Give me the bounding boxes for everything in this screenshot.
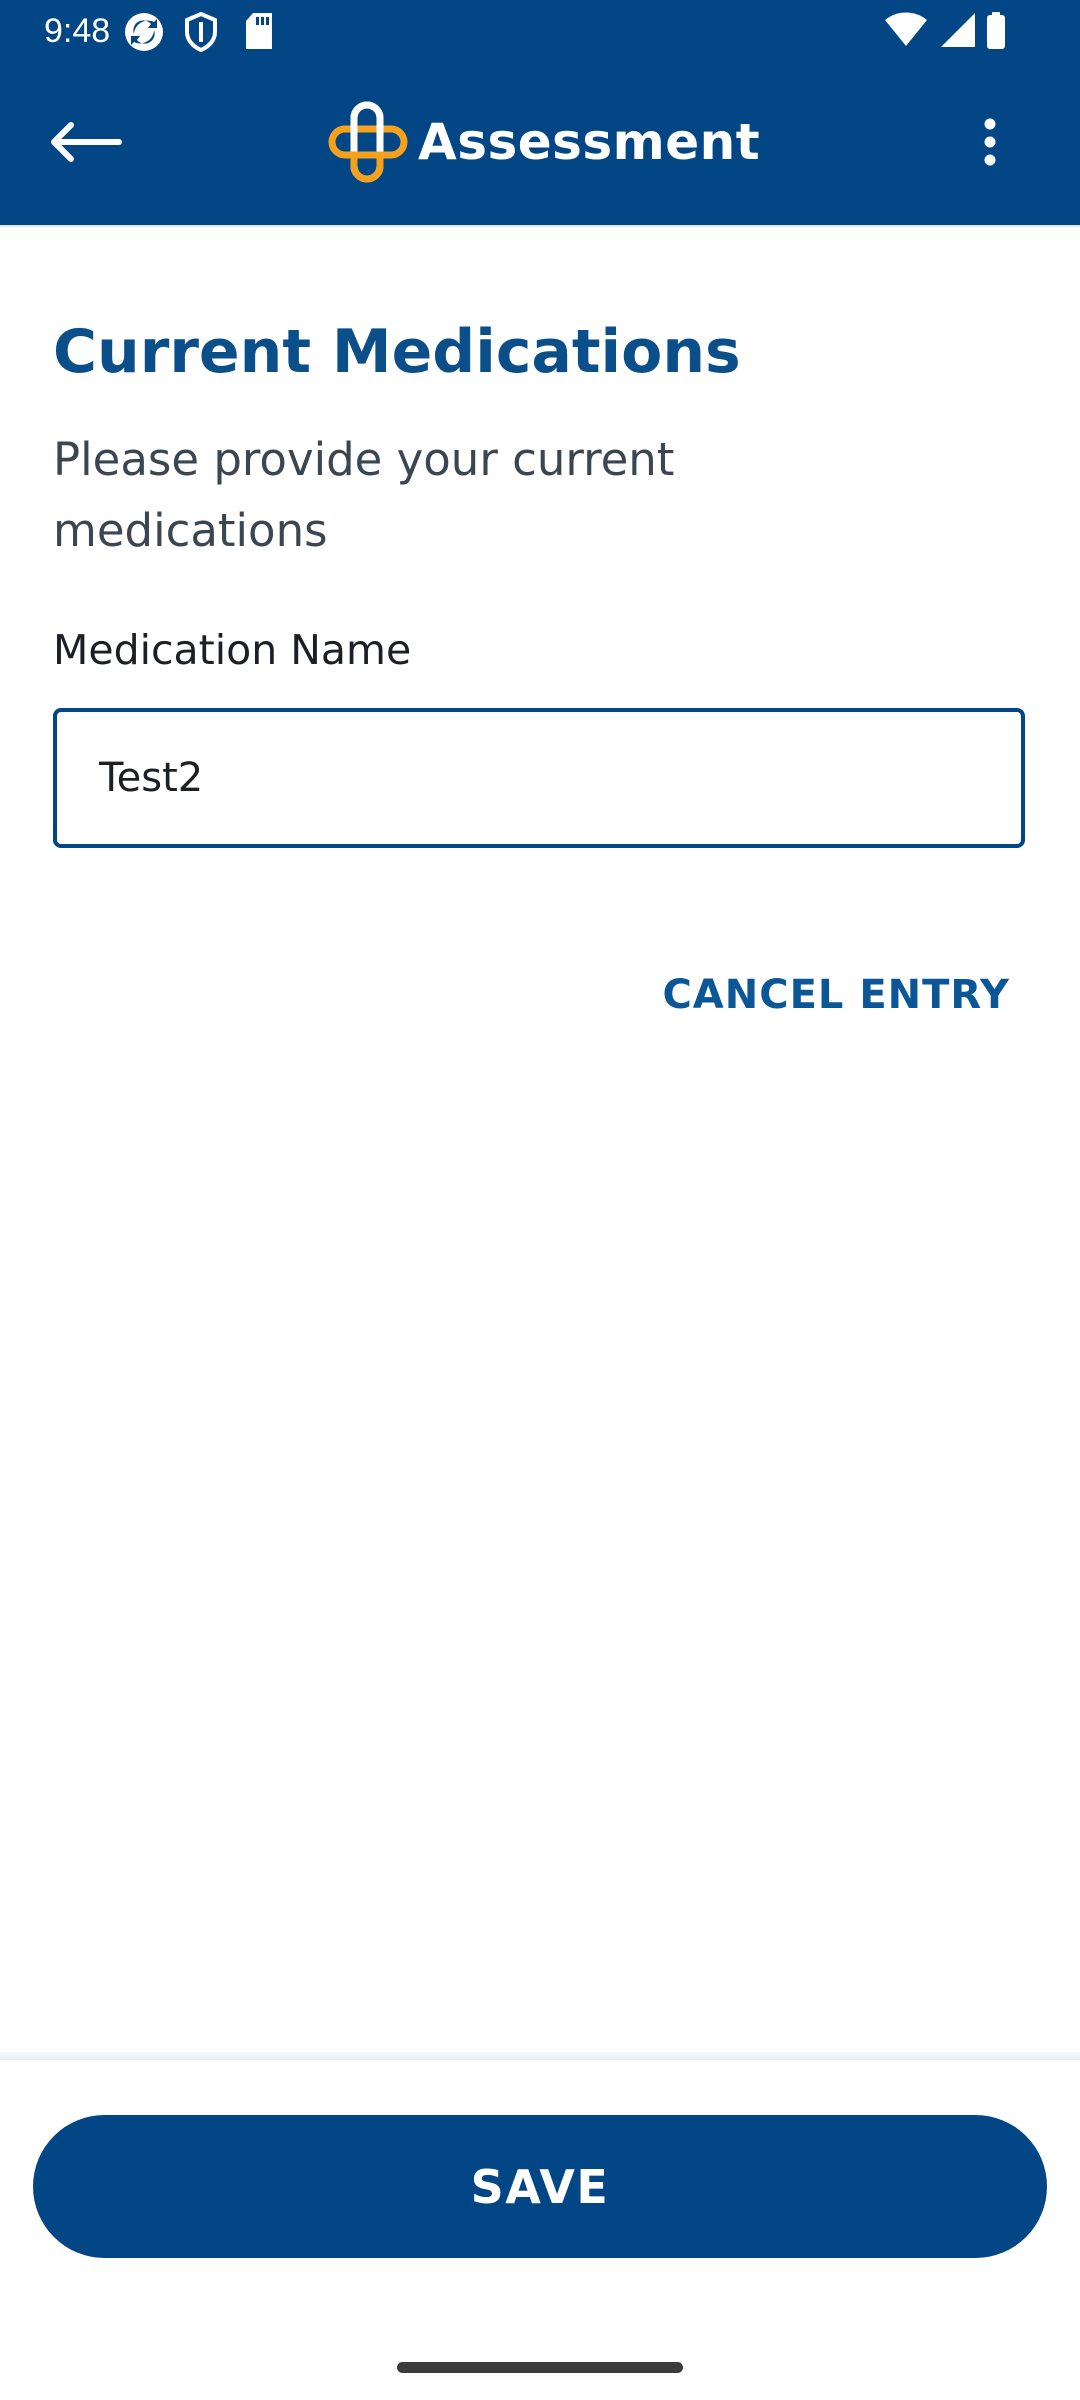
more-options-button[interactable] [960,100,1020,184]
back-button[interactable] [30,102,140,182]
save-button[interactable]: SAVE [33,2115,1047,2258]
app-bar: Assessment [0,62,1080,225]
app-title-group: Assessment [328,92,760,192]
more-vert-icon [984,118,996,166]
cancel-entry-button[interactable]: CANCEL ENTRY [640,960,1010,1030]
battery-icon [987,12,1005,49]
app-bar-divider [0,225,1080,227]
page-subtitle: Please provide your current medications [53,433,675,557]
sd-card-icon [246,13,272,49]
cross-logo-icon [328,101,408,183]
footer-divider [0,2052,1080,2060]
app-title: Assessment [418,113,761,171]
signal-icon [941,13,975,47]
back-arrow-icon [51,122,122,162]
medication-name-label: Medication Name [53,626,412,674]
gesture-nav-bar[interactable] [397,2362,683,2373]
status-time: 9:48 [44,12,111,50]
sync-icon [125,13,163,51]
shield-icon [185,12,217,52]
status-bar: 9:48 [0,0,1080,62]
medication-name-input[interactable] [53,708,1025,848]
page-title: Current Medications [53,317,741,387]
wifi-icon [885,12,927,46]
screen: 9:48 Assessment Current Medications Plea… [0,0,1080,2400]
